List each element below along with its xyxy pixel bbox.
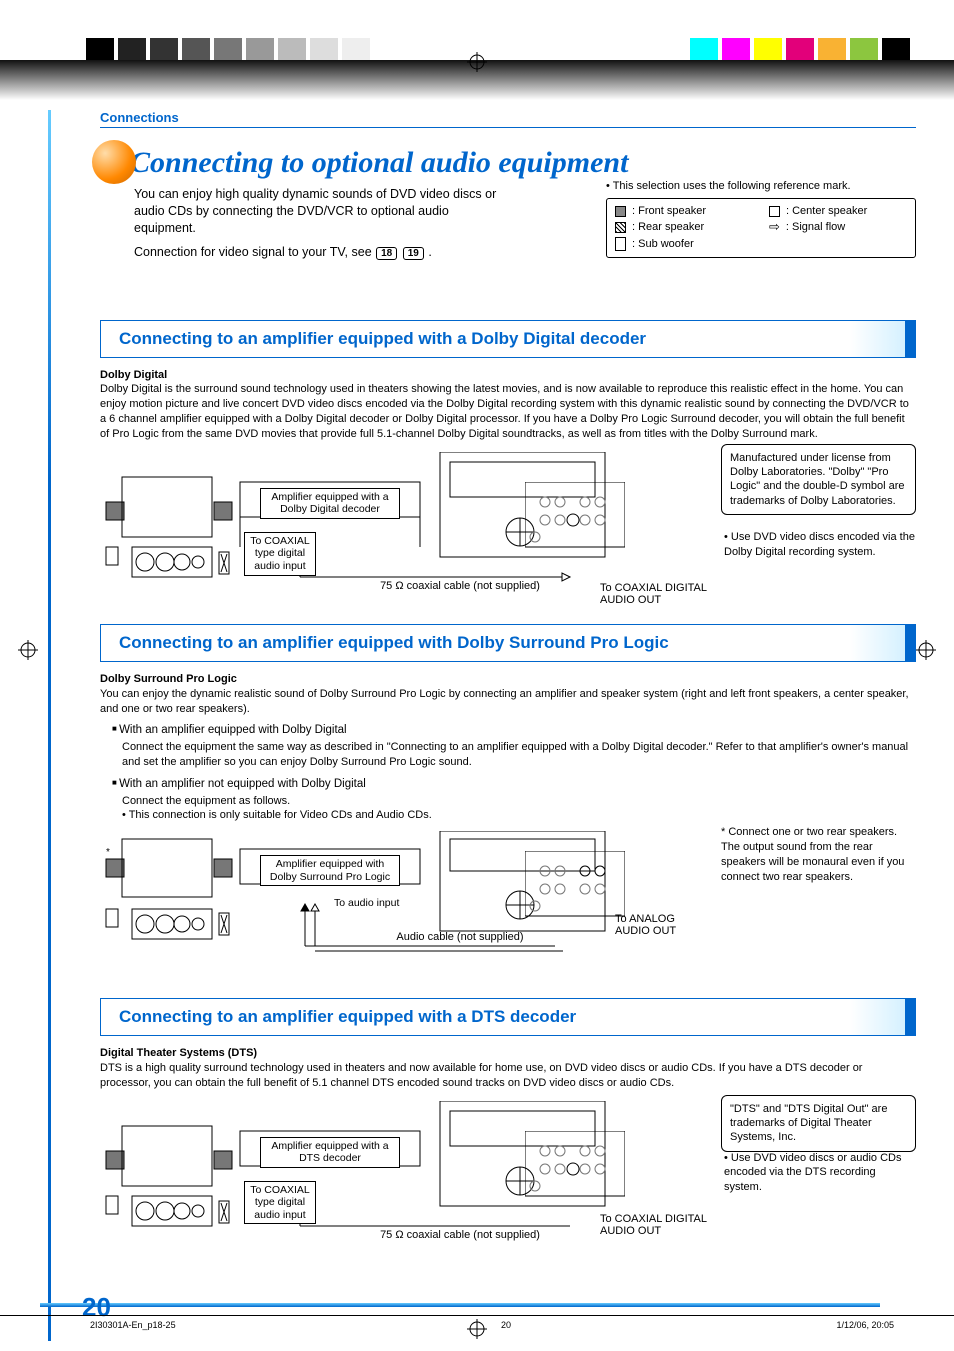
footer-page: 20	[501, 1320, 511, 1341]
page-content: Connections Connecting to optional audio…	[0, 110, 954, 1341]
dolby-digital-text: Dolby Digital is the surround sound tech…	[100, 383, 909, 440]
center-speaker-icon	[769, 206, 780, 217]
pl-bullet2: With an amplifier not equipped with Dolb…	[112, 776, 916, 792]
diagram-dolby-digital: Amplifier equipped with aDolby Digital d…	[100, 452, 916, 602]
dd-amp-label: Amplifier equipped with aDolby Digital d…	[260, 488, 400, 519]
dts-to-coax-label: To COAXIALtype digitalaudio input	[244, 1181, 316, 1225]
legend-intro: • This selection uses the following refe…	[606, 180, 916, 192]
register-mark-bottom	[467, 1319, 487, 1339]
pl-sub-bullet: • This connection is only suitable for V…	[122, 809, 916, 821]
pl-bullet1-text: Connect the equipment the same way as de…	[122, 740, 916, 770]
pl-to-audio-label: To audio input	[330, 895, 414, 912]
front-speaker-icon	[615, 206, 626, 217]
dts-cable-label: 75 Ω coaxial cable (not supplied)	[360, 1229, 560, 1241]
reference-legend-area: • This selection uses the following refe…	[606, 180, 916, 258]
dd-tip: Use DVD video discs encoded via the Dolb…	[724, 530, 916, 560]
diagram-dts: Amplifier equipped with aDTS decoder To …	[100, 1101, 916, 1251]
dd-cable-label: 75 Ω coaxial cable (not supplied)	[360, 580, 560, 592]
pl-bullet2-text: Connect the equipment as follows.	[122, 794, 916, 809]
dd-license-note: Manufactured under license from Dolby La…	[721, 444, 916, 515]
pl-rear-panel-svg	[525, 851, 625, 931]
pl-bullet1: With an amplifier equipped with Dolby Di…	[112, 722, 916, 738]
page-ref-18: 18	[376, 247, 397, 260]
page-title-text: Connecting to optional audio equipment	[130, 146, 628, 179]
footer-date: 1/12/06, 20:05	[836, 1320, 894, 1341]
blue-vertical-rule	[48, 110, 51, 1341]
dts-tip: Use DVD video discs or audio CDs encoded…	[724, 1151, 916, 1196]
pl-subhead: Dolby Surround Pro Logic	[100, 673, 237, 685]
pl-out-label: To ANALOGAUDIO OUT	[615, 913, 725, 937]
dts-body: Digital Theater Systems (DTS) DTS is a h…	[100, 1046, 916, 1091]
pl-cable-label: Audio cable (not supplied)	[375, 931, 545, 943]
diagram-pro-logic: * Amplifier equipped withDolby Surround …	[100, 831, 916, 976]
dolby-digital-subhead: Dolby Digital	[100, 369, 167, 381]
section-pro-logic-title: Connecting to an amplifier equipped with…	[100, 624, 916, 662]
page-title: Connecting to optional audio equipment	[100, 146, 916, 180]
dolby-digital-body: Dolby Digital Dolby Digital is the surro…	[100, 368, 916, 442]
pl-aside: * Connect one or two rear speakers. The …	[721, 825, 916, 884]
sub-woofer-icon	[615, 237, 626, 251]
pro-logic-body: Dolby Surround Pro Logic You can enjoy t…	[100, 672, 916, 717]
intro-line2-a: Connection for video signal to your TV, …	[134, 245, 375, 259]
dts-amp-label: Amplifier equipped with aDTS decoder	[260, 1137, 400, 1168]
dd-to-coax-label: To COAXIALtype digitalaudio input	[244, 532, 316, 576]
legend-front: : Front speaker	[632, 205, 706, 217]
svg-text:*: *	[106, 847, 110, 858]
dts-out-label: To COAXIAL DIGITALAUDIO OUT	[600, 1213, 750, 1237]
intro-line2-b: .	[428, 245, 431, 259]
dts-note: "DTS" and "DTS Digital Out" are trademar…	[721, 1095, 916, 1152]
signal-flow-icon: ⇨	[769, 219, 780, 235]
dts-text: DTS is a high quality surround technolog…	[100, 1062, 862, 1089]
page-ref-19: 19	[403, 247, 424, 260]
dd-out-label: To COAXIAL DIGITALAUDIO OUT	[600, 582, 750, 606]
intro-paragraph: You can enjoy high quality dynamic sound…	[134, 186, 514, 237]
dd-rear-panel-svg	[525, 482, 625, 562]
legend-center: : Center speaker	[786, 205, 867, 217]
rear-speaker-icon	[615, 222, 626, 233]
dts-rear-panel-svg	[525, 1131, 625, 1211]
section-dolby-digital-title: Connecting to an amplifier equipped with…	[100, 320, 916, 358]
register-mark-top	[467, 52, 487, 72]
pl-amp-label: Amplifier equipped withDolby Surround Pr…	[260, 855, 400, 886]
pl-text: You can enjoy the dynamic realistic soun…	[100, 688, 909, 715]
breadcrumb: Connections	[100, 110, 916, 128]
footer-rule	[40, 1303, 880, 1307]
legend-sub: : Sub woofer	[632, 238, 694, 250]
dts-subhead: Digital Theater Systems (DTS)	[100, 1047, 257, 1059]
footer-file: 2I30301A-En_p18-25	[90, 1320, 176, 1341]
legend-flow: : Signal flow	[786, 221, 845, 233]
title-orb-icon	[92, 140, 136, 184]
legend-rear: : Rear speaker	[632, 221, 704, 233]
section-dts-title: Connecting to an amplifier equipped with…	[100, 998, 916, 1036]
legend-box: : Front speaker : Center speaker : Rear …	[606, 198, 916, 258]
